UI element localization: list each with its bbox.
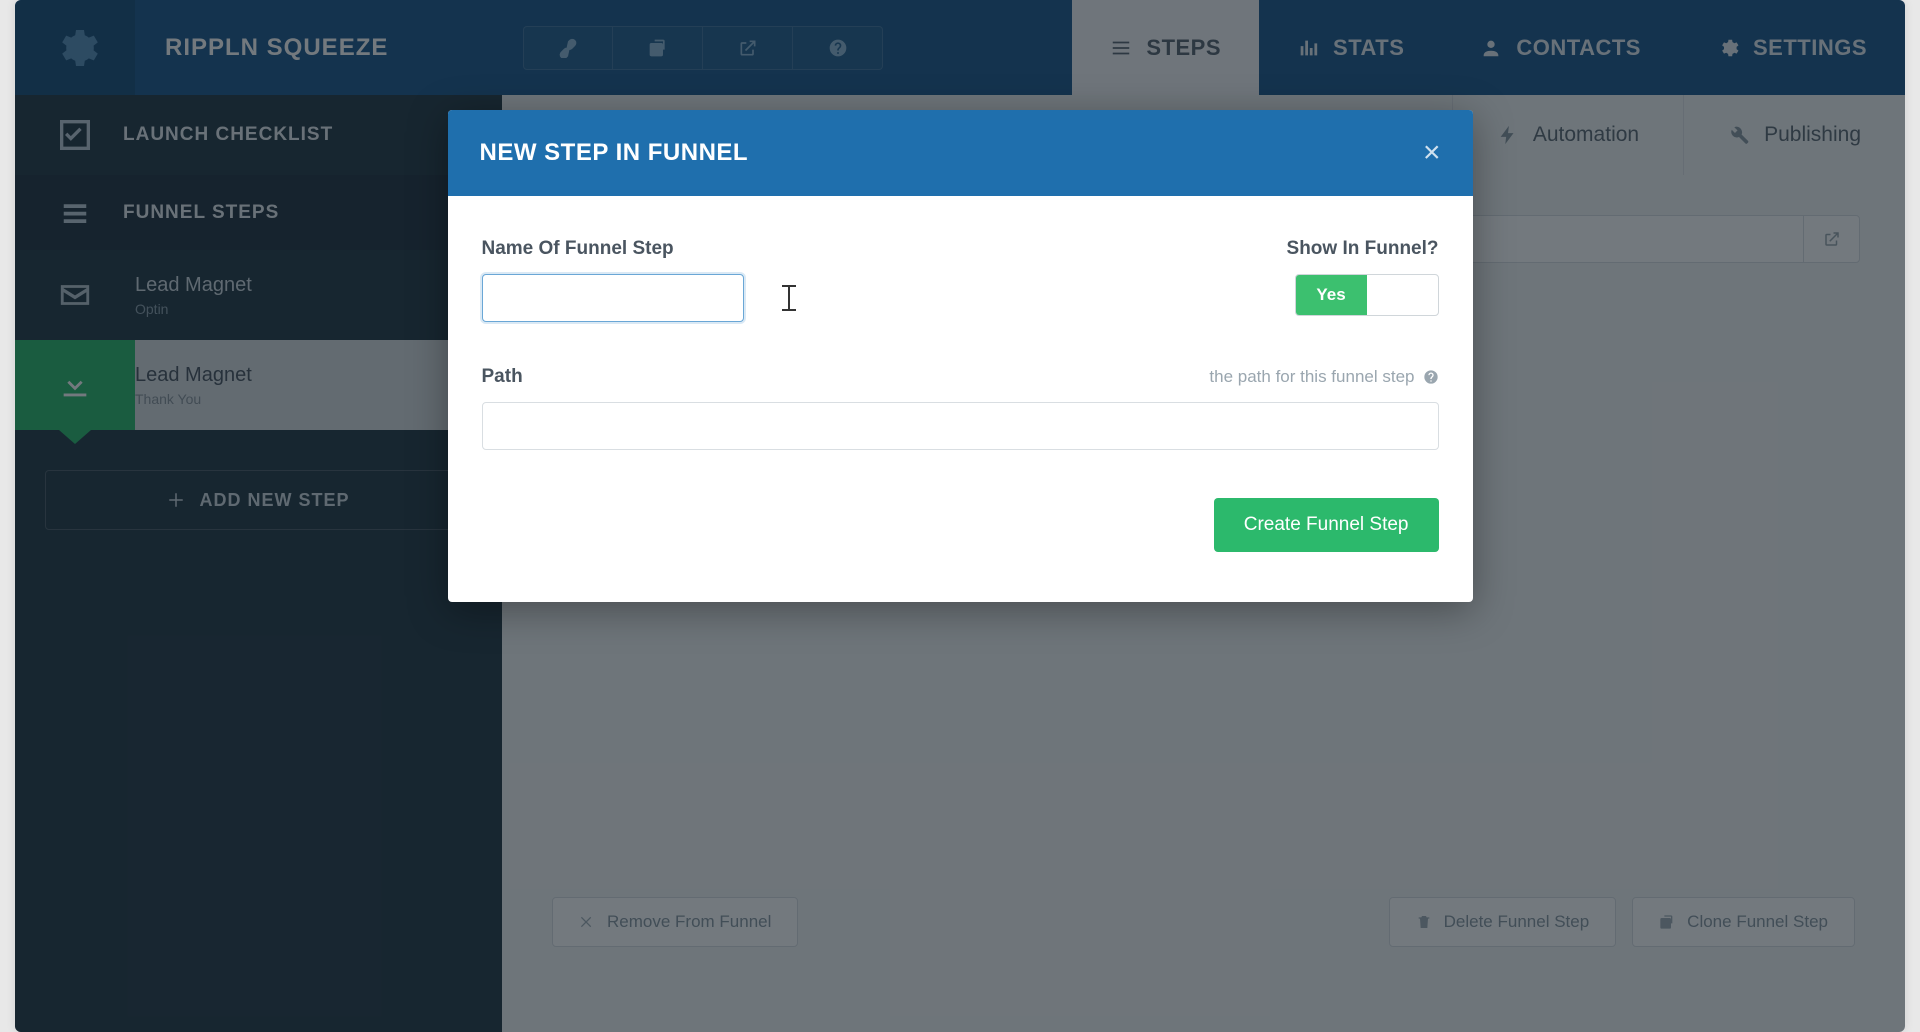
show-in-funnel-toggle[interactable]: Yes (1295, 274, 1439, 316)
new-step-modal: NEW STEP IN FUNNEL × Name Of Funnel Step… (448, 110, 1473, 602)
toggle-yes: Yes (1296, 275, 1367, 315)
modal-close-button[interactable]: × (1423, 136, 1441, 170)
path-hint: the path for this funnel step (1209, 367, 1438, 387)
modal-title: NEW STEP IN FUNNEL (480, 139, 749, 167)
name-label: Name Of Funnel Step (482, 238, 1177, 260)
text-cursor-icon (782, 285, 796, 311)
toggle-no (1367, 275, 1438, 315)
path-label: Path (482, 366, 523, 388)
path-input[interactable] (482, 402, 1439, 450)
create-funnel-step-button[interactable]: Create Funnel Step (1214, 498, 1439, 552)
path-hint-text: the path for this funnel step (1209, 367, 1414, 387)
show-in-funnel-label: Show In Funnel? (1287, 238, 1439, 260)
help-icon (1423, 369, 1439, 385)
modal-overlay: NEW STEP IN FUNNEL × Name Of Funnel Step… (15, 0, 1905, 1032)
step-name-input[interactable] (482, 274, 744, 322)
